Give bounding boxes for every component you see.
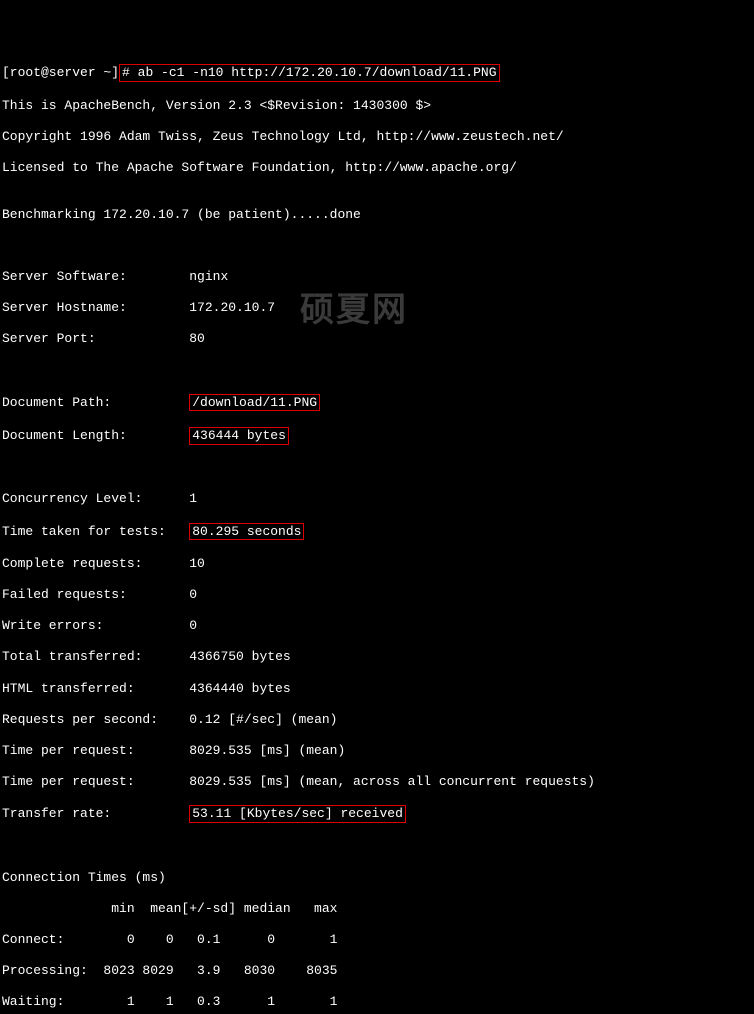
blank bbox=[2, 460, 752, 476]
command-highlight: # ab -c1 -n10 http://172.20.10.7/downloa… bbox=[119, 64, 499, 82]
tpr2: Time per request: 8029.535 [ms] (mean, a… bbox=[2, 774, 752, 790]
intro-line: This is ApacheBench, Version 2.3 <$Revis… bbox=[2, 98, 752, 114]
concurrency: Concurrency Level: 1 bbox=[2, 491, 752, 507]
transfer-highlight: 53.11 [Kbytes/sec] received bbox=[189, 805, 406, 823]
conn-waiting: Waiting: 1 1 0.3 1 1 bbox=[2, 994, 752, 1010]
intro-line: Licensed to The Apache Software Foundati… bbox=[2, 160, 752, 176]
doc-path-highlight: /download/11.PNG bbox=[189, 394, 320, 412]
conn-header: Connection Times (ms) bbox=[2, 870, 752, 886]
prompt-user: [root@server ~] bbox=[2, 65, 119, 80]
server-port: Server Port: 80 bbox=[2, 331, 752, 347]
html-trans: HTML transferred: 4364440 bytes bbox=[2, 681, 752, 697]
conn-processing: Processing: 8023 8029 3.9 8030 8035 bbox=[2, 963, 752, 979]
doc-path: Document Path: /download/11.PNG bbox=[2, 394, 752, 412]
rps: Requests per second: 0.12 [#/sec] (mean) bbox=[2, 712, 752, 728]
intro-line: Copyright 1996 Adam Twiss, Zeus Technolo… bbox=[2, 129, 752, 145]
intro-line: Benchmarking 172.20.10.7 (be patient)...… bbox=[2, 207, 752, 223]
transfer: Transfer rate: 53.11 [Kbytes/sec] receiv… bbox=[2, 805, 752, 823]
server-software: Server Software: nginx bbox=[2, 269, 752, 285]
prompt-symbol: # bbox=[122, 65, 130, 80]
prompt-line: [root@server ~]# ab -c1 -n10 http://172.… bbox=[2, 64, 752, 82]
tpr1: Time per request: 8029.535 [ms] (mean) bbox=[2, 743, 752, 759]
time-taken-highlight: 80.295 seconds bbox=[189, 523, 304, 541]
conn-cols: min mean[+/-sd] median max bbox=[2, 901, 752, 917]
blank bbox=[2, 363, 752, 379]
total-trans: Total transferred: 4366750 bytes bbox=[2, 649, 752, 665]
blank bbox=[2, 838, 752, 854]
doc-length: Document Length: 436444 bytes bbox=[2, 427, 752, 445]
doc-length-highlight: 436444 bytes bbox=[189, 427, 289, 445]
command-text: ab -c1 -n10 http://172.20.10.7/download/… bbox=[138, 65, 497, 80]
failed-req: Failed requests: 0 bbox=[2, 587, 752, 603]
conn-connect: Connect: 0 0 0.1 0 1 bbox=[2, 932, 752, 948]
write-err: Write errors: 0 bbox=[2, 618, 752, 634]
time-taken: Time taken for tests: 80.295 seconds bbox=[2, 523, 752, 541]
complete-req: Complete requests: 10 bbox=[2, 556, 752, 572]
server-hostname: Server Hostname: 172.20.10.7 bbox=[2, 300, 752, 316]
